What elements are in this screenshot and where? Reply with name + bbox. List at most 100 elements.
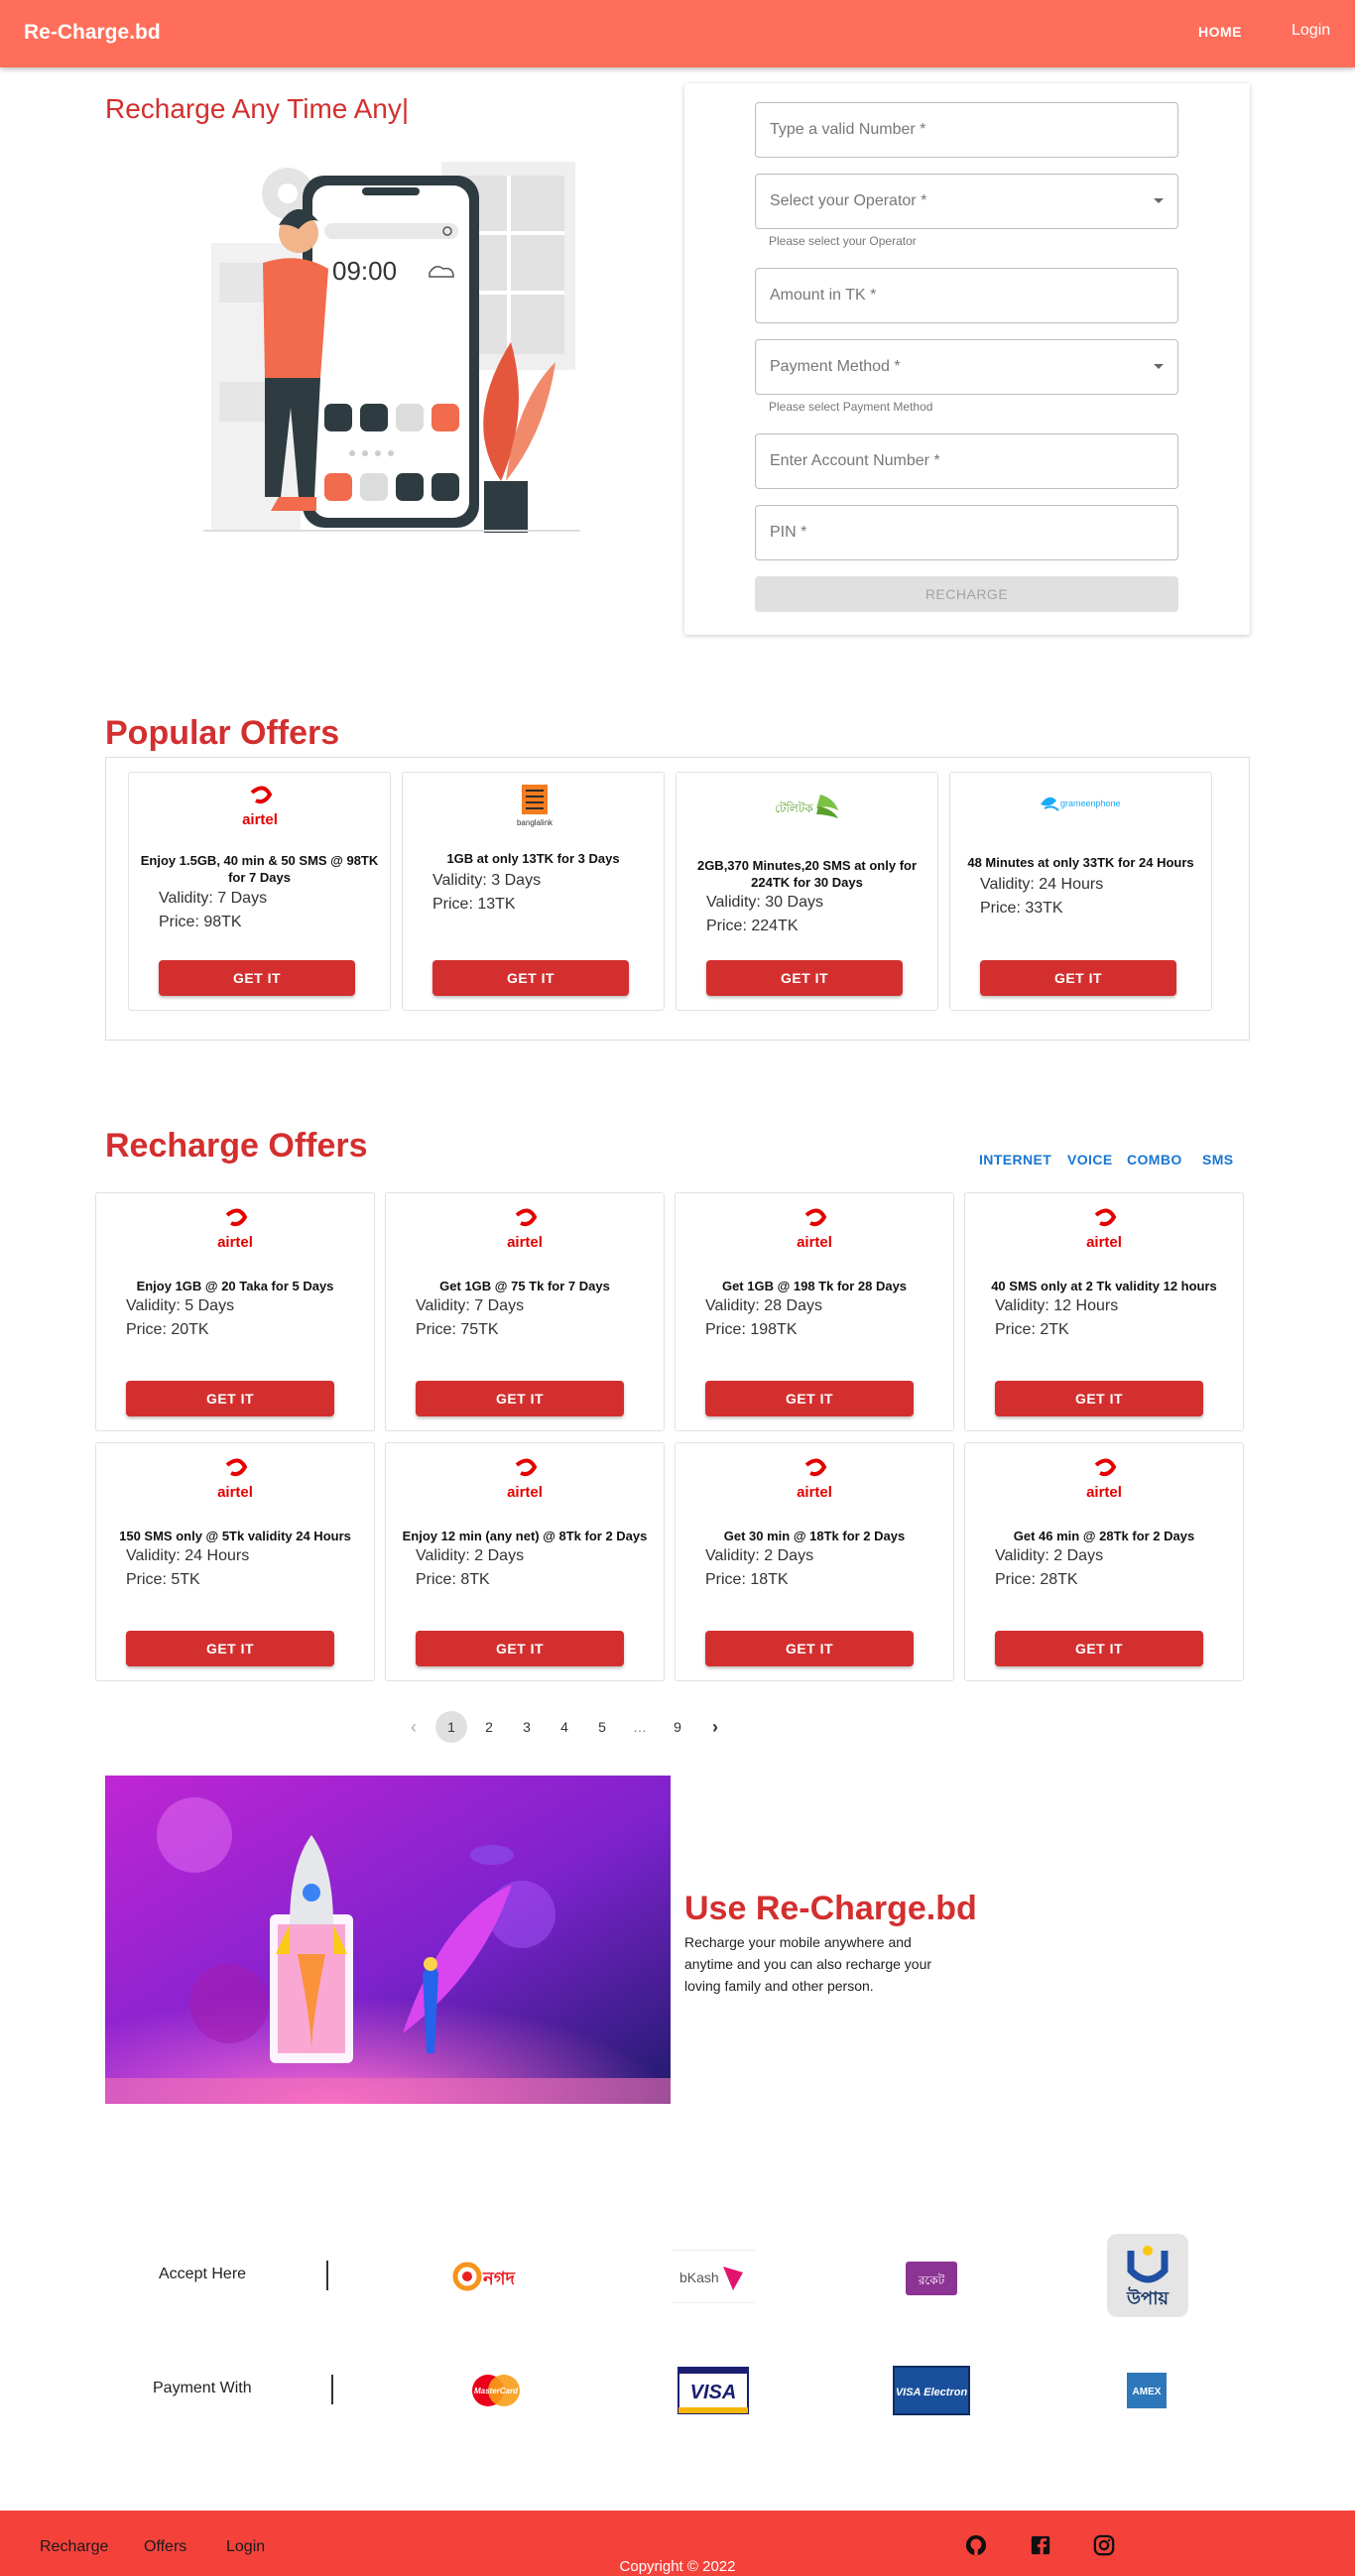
svg-text:airtel: airtel (217, 1234, 253, 1251)
get-it-button[interactable]: GET IT (980, 960, 1176, 996)
get-it-button[interactable]: GET IT (126, 1381, 334, 1416)
svg-text:উপায়: উপায় (1126, 2286, 1170, 2309)
visa-electron-logo: VISA Electron (893, 2366, 970, 2415)
facebook-icon[interactable] (1030, 2534, 1051, 2556)
tab-combo[interactable]: COMBO (1127, 1152, 1182, 1167)
svg-text:রকেট: রকেট (918, 2273, 945, 2287)
phone-number-input[interactable]: Type a valid Number * (755, 102, 1178, 158)
instagram-icon[interactable] (1093, 2534, 1115, 2556)
nav-home-link[interactable]: HOME (1198, 24, 1242, 40)
offer-price: Price: 2TK (995, 1321, 1069, 1338)
tab-voice[interactable]: VOICE (1067, 1152, 1113, 1167)
account-number-input[interactable]: Enter Account Number * (755, 433, 1178, 489)
grameenphone-logo: grameenphone (950, 791, 1211, 816)
phone-clock: 09:00 (332, 256, 397, 286)
offer-title: Get 46 min @ 28Tk for 2 Days (1013, 1529, 1195, 1543)
get-it-button[interactable]: GET IT (416, 1631, 624, 1666)
app-footer: Recharge Offers Login Copyright © 2022 (0, 2511, 1355, 2576)
footer-link-recharge[interactable]: Recharge (40, 2538, 108, 2556)
svg-text:airtel: airtel (217, 1484, 253, 1501)
get-it-button[interactable]: GET IT (995, 1631, 1203, 1666)
get-it-button[interactable]: GET IT (159, 960, 355, 996)
svg-text:grameenphone: grameenphone (1060, 798, 1121, 808)
offer-price: Price: 5TK (126, 1571, 200, 1588)
offer-validity: Validity: 28 Days (705, 1297, 822, 1314)
get-it-button[interactable]: GET IT (705, 1631, 914, 1666)
get-it-button[interactable]: GET IT (432, 960, 629, 996)
promo-description: Recharge your mobile anywhere and anytim… (684, 1934, 932, 1994)
get-it-button[interactable]: GET IT (706, 960, 903, 996)
pagination-page-9[interactable]: 9 (659, 1711, 696, 1743)
svg-text:airtel: airtel (1086, 1234, 1122, 1251)
pagination-ellipsis: … (633, 1719, 647, 1735)
airtel-logo: airtel (386, 1457, 664, 1501)
pagination: ‹ 1 2 3 4 5 … 9 › (395, 1711, 734, 1743)
airtel-logo: airtel (676, 1457, 953, 1501)
offer-title: Enjoy 1GB @ 20 Taka for 5 Days (136, 1279, 334, 1293)
pagination-page-4[interactable]: 4 (546, 1711, 583, 1743)
payment-method-select[interactable]: Payment Method * (755, 339, 1178, 395)
svg-text:bKash: bKash (679, 2269, 719, 2285)
banglalink-logo: banglalink (403, 783, 664, 828)
pagination-next-button[interactable]: › (696, 1711, 734, 1743)
offer-title: Get 30 min @ 18Tk for 2 Days (723, 1529, 906, 1543)
copyright-text: Copyright © 2022 (619, 2558, 736, 2575)
promo-title: Use Re-Charge.bd (684, 1890, 977, 1927)
tab-internet[interactable]: INTERNET (979, 1152, 1051, 1167)
offer-price: Price: 20TK (126, 1321, 209, 1338)
offer-title: Enjoy 12 min (any net) @ 8Tk for 2 Days (402, 1529, 648, 1543)
airtel-logo: airtel (96, 1457, 374, 1501)
offer-price: Price: 18TK (705, 1571, 789, 1588)
recharge-offer-card: airtel Enjoy 1GB @ 20 Taka for 5 Days Vali… (95, 1192, 375, 1431)
operator-helper-text: Please select your Operator (769, 234, 917, 248)
pagination-page-5[interactable]: 5 (583, 1711, 621, 1743)
app-header: Re-Charge.bd HOME Login (0, 0, 1355, 67)
offer-title: 48 Minutes at only 33TK for 24 Hours (967, 855, 1194, 870)
popular-offers-container: airtel Enjoy 1.5GB, 40 min & 50 SMS @ 98… (105, 757, 1250, 1041)
tab-sms[interactable]: SMS (1202, 1152, 1234, 1167)
footer-link-login[interactable]: Login (226, 2538, 265, 2556)
divider (326, 2261, 328, 2290)
recharge-offer-card: airtel Get 1GB @ 198 Tk for 28 Days Validi… (675, 1192, 954, 1431)
offer-validity: Validity: 7 Days (159, 890, 268, 907)
pagination-prev-button[interactable]: ‹ (395, 1711, 432, 1743)
recharge-offer-card: airtel Get 1GB @ 75 Tk for 7 Days Validity… (385, 1192, 665, 1431)
brand-logo[interactable]: Re-Charge.bd (24, 21, 161, 45)
offer-validity: Validity: 2 Days (705, 1547, 814, 1564)
pin-input[interactable]: PIN * (755, 505, 1178, 560)
recharge-offer-card: airtel Enjoy 12 min (any net) @ 8Tk for 2… (385, 1442, 665, 1681)
amount-input[interactable]: Amount in TK * (755, 268, 1178, 323)
recharge-offers-title: Recharge Offers (105, 1127, 368, 1165)
nav-login-link[interactable]: Login (1292, 22, 1330, 40)
github-icon[interactable] (965, 2534, 987, 2556)
get-it-button[interactable]: GET IT (705, 1381, 914, 1416)
operator-select[interactable]: Select your Operator * (755, 174, 1178, 229)
offer-title: Get 1GB @ 75 Tk for 7 Days (439, 1279, 610, 1293)
get-it-button[interactable]: GET IT (416, 1381, 624, 1416)
recharge-offer-card: airtel Get 30 min @ 18Tk for 2 Days Validi… (675, 1442, 954, 1681)
chevron-left-icon: ‹ (411, 1716, 417, 1737)
pagination-page-2[interactable]: 2 (470, 1711, 508, 1743)
offer-title: 40 SMS only at 2 Tk validity 12 hours (991, 1279, 1217, 1293)
offer-validity: Validity: 2 Days (995, 1547, 1104, 1564)
footer-link-offers[interactable]: Offers (144, 2538, 186, 2556)
pagination-page-1[interactable]: 1 (432, 1711, 470, 1743)
svg-text:airtel: airtel (797, 1484, 832, 1501)
recharge-button[interactable]: RECHARGE (755, 576, 1178, 612)
get-it-button[interactable]: GET IT (126, 1631, 334, 1666)
pagination-page-3[interactable]: 3 (508, 1711, 546, 1743)
airtel-logo: airtel (129, 785, 390, 828)
popular-offer-card: airtel Enjoy 1.5GB, 40 min & 50 SMS @ 98… (128, 772, 391, 1011)
teletalk-logo: টেলিটক (677, 789, 937, 822)
offer-title: 1GB at only 13TK for 3 Days (446, 851, 620, 866)
upay-logo: উপায় (1107, 2234, 1188, 2317)
offer-validity: Validity: 30 Days (706, 894, 823, 911)
svg-text:airtel: airtel (242, 811, 278, 828)
offer-price: Price: 33TK (980, 900, 1063, 917)
airtel-logo: airtel (96, 1207, 374, 1251)
offer-title: 150 SMS only @ 5Tk validity 24 Hours (119, 1529, 351, 1543)
offer-validity: Validity: 7 Days (416, 1297, 525, 1314)
get-it-button[interactable]: GET IT (995, 1381, 1203, 1416)
offer-price: Price: 224TK (706, 918, 799, 934)
popular-offer-card: টেলিটক 2GB,370 Minutes,20 SMS at only fo… (676, 772, 938, 1011)
